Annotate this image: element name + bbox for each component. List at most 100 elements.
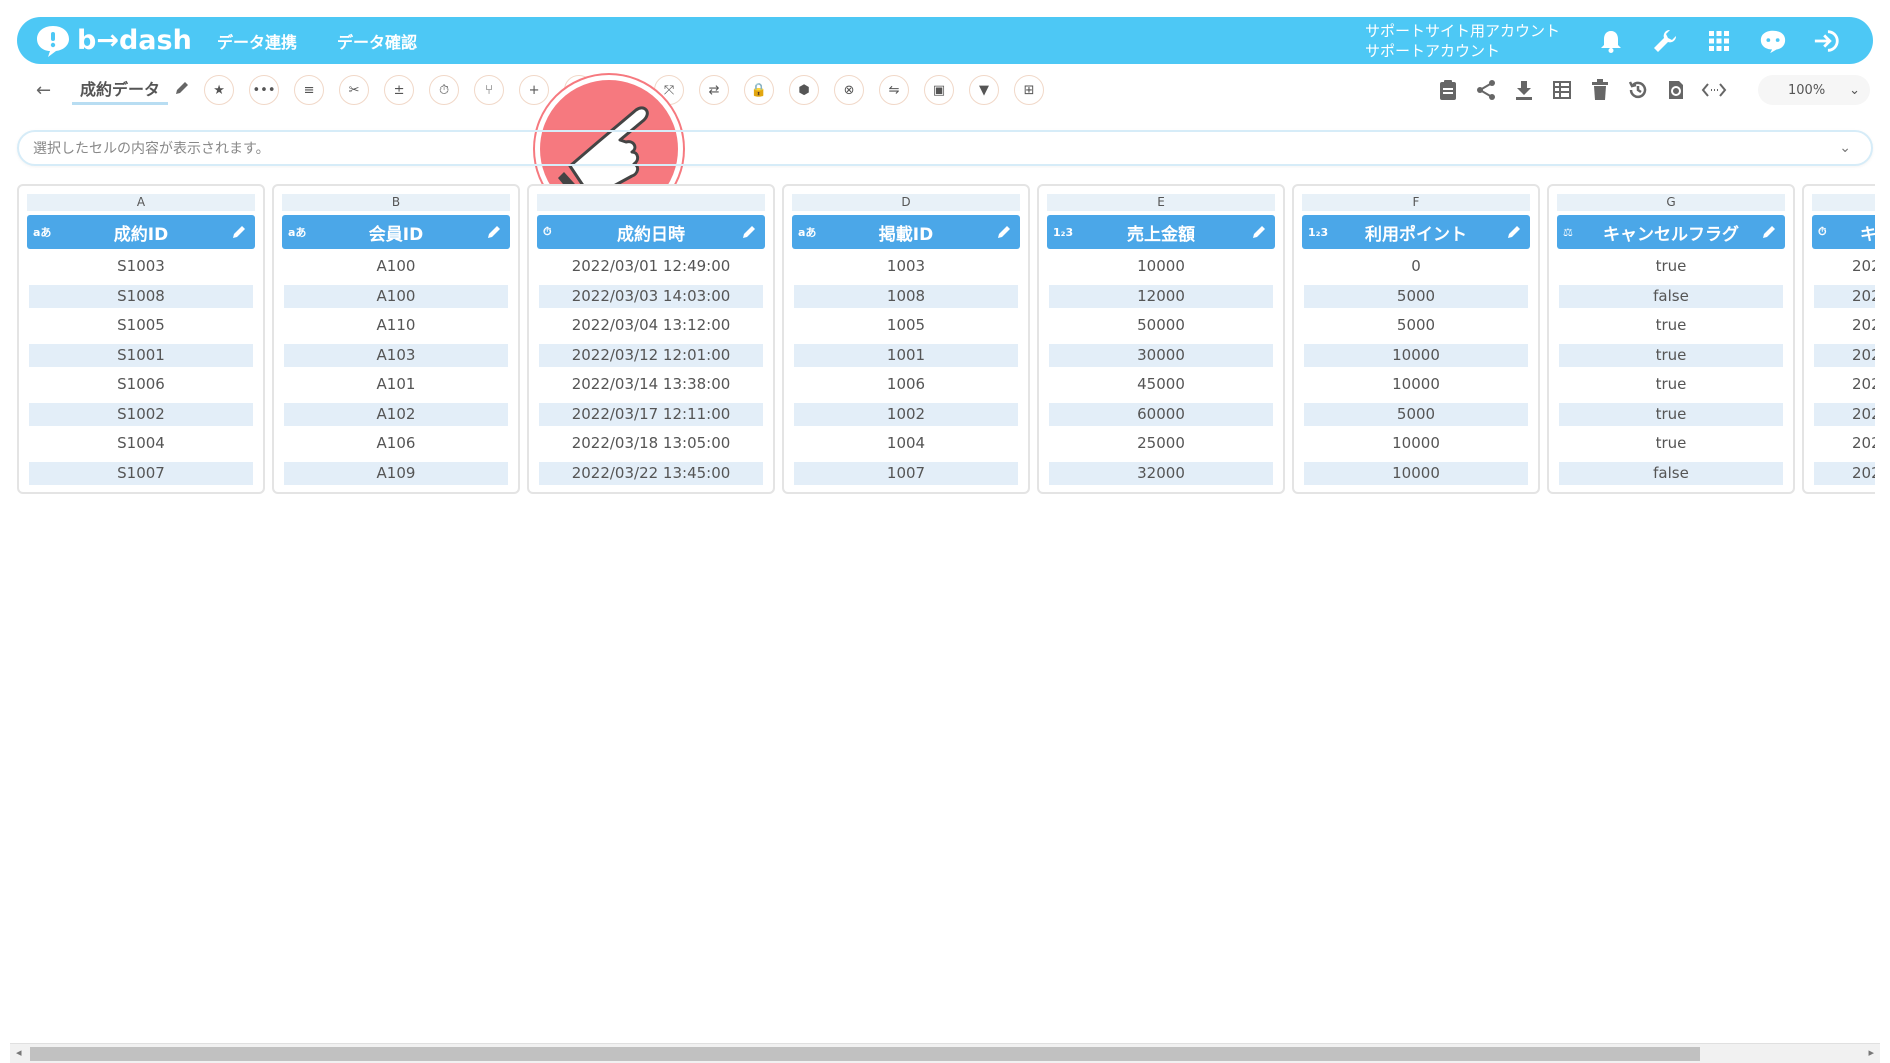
edit-pencil-icon[interactable] [1761, 224, 1777, 240]
column-letter[interactable]: B [282, 194, 510, 211]
table-cell[interactable]: S1002 [29, 402, 253, 426]
table-cell[interactable]: 1007 [794, 461, 1018, 485]
table-cell[interactable]: true [1559, 432, 1783, 455]
column-letter[interactable]: F [1302, 194, 1530, 211]
table-cell[interactable]: S1005 [29, 314, 253, 337]
column-letter[interactable]: A [27, 194, 255, 211]
apps-grid-icon[interactable] [1705, 27, 1733, 55]
table-cell[interactable]: S1004 [29, 432, 253, 455]
download-icon[interactable] [1510, 79, 1538, 101]
filter-icon[interactable]: ▼ [969, 75, 1000, 105]
table-cell[interactable]: A101 [284, 373, 508, 396]
table-cell[interactable]: 2022/03/18 13:05:00 [539, 432, 763, 455]
table-cell[interactable]: 2022 [1814, 402, 1875, 426]
table-cell[interactable]: 5000 [1304, 314, 1528, 337]
table-cell[interactable]: S1008 [29, 284, 253, 308]
edit-pencil-icon[interactable] [996, 224, 1012, 240]
table-cell[interactable]: 2022 [1814, 284, 1875, 308]
edit-pencil-icon[interactable] [1251, 224, 1267, 240]
scroll-right-icon[interactable]: ▸ [1868, 1046, 1874, 1059]
table-cell[interactable]: 2022 [1814, 461, 1875, 485]
column-letter[interactable] [537, 194, 765, 211]
column-header[interactable]: aあ 会員ID [282, 215, 510, 249]
bell-icon[interactable] [1597, 27, 1625, 55]
cell-content-bar[interactable]: 選択したセルの内容が表示されます。 ⌄ [17, 130, 1873, 166]
table-cell[interactable]: 10000 [1049, 255, 1273, 278]
column-letter[interactable]: D [792, 194, 1020, 211]
table-cell[interactable]: 1002 [794, 402, 1018, 426]
table-cell[interactable]: A102 [284, 402, 508, 426]
zoom-select[interactable]: 100% ⌄ [1758, 75, 1870, 105]
frame-icon[interactable]: ▣ [924, 75, 955, 105]
table-cell[interactable]: true [1559, 373, 1783, 396]
list-icon[interactable]: ≡ [294, 75, 325, 105]
clipboard-icon[interactable] [1434, 79, 1462, 101]
table-cell[interactable]: 1008 [794, 284, 1018, 308]
datasource-name[interactable]: 成約データ [72, 76, 169, 105]
table-cell[interactable]: false [1559, 461, 1783, 485]
table-cell[interactable]: S1007 [29, 461, 253, 485]
column-header[interactable]: aあ 掲載ID [792, 215, 1020, 249]
table-cell[interactable]: 10000 [1304, 432, 1528, 455]
refresh-icon[interactable] [1662, 79, 1690, 101]
table-cell[interactable]: 2022/03/03 14:03:00 [539, 284, 763, 308]
timer-icon[interactable]: ⏱ [429, 75, 460, 105]
table-cell[interactable]: 45000 [1049, 373, 1273, 396]
table-cell[interactable]: S1003 [29, 255, 253, 278]
table-cell[interactable]: 2022 [1814, 373, 1875, 396]
table-cell[interactable]: 10000 [1304, 343, 1528, 367]
grid-tool-icon[interactable]: ⊞ [1014, 75, 1045, 105]
table-cell[interactable]: false [1559, 284, 1783, 308]
table-cell[interactable]: 60000 [1049, 402, 1273, 426]
column-header[interactable]: aあ 成約ID [27, 215, 255, 249]
logo[interactable]: b→dash [35, 24, 192, 58]
table-cell[interactable]: 32000 [1049, 461, 1273, 485]
table-cell[interactable]: A106 [284, 432, 508, 455]
edit-pencil-icon[interactable] [231, 224, 247, 240]
table-cell[interactable]: S1001 [29, 343, 253, 367]
trash-icon[interactable] [1586, 79, 1614, 101]
repeat-icon[interactable]: ⇄ [699, 75, 730, 105]
account-info[interactable]: サポートサイト用アカウント サポートアカウント [1365, 21, 1560, 61]
table-cell[interactable]: 2022/03/01 12:49:00 [539, 255, 763, 278]
column-header[interactable]: ⏱ キ [1812, 215, 1875, 249]
table-cell[interactable]: 25000 [1049, 432, 1273, 455]
history-icon[interactable] [1624, 79, 1652, 101]
table-cell[interactable]: 1005 [794, 314, 1018, 337]
table-cell[interactable]: 2022 [1814, 432, 1875, 455]
table-cell[interactable]: 2022/03/04 13:12:00 [539, 314, 763, 337]
chevron-down-icon[interactable]: ⌄ [1839, 140, 1851, 156]
share-icon[interactable] [1472, 79, 1500, 101]
translate-icon[interactable]: ⇋ [879, 75, 910, 105]
column-header[interactable]: 1₂3 売上金額 [1047, 215, 1275, 249]
lock-icon[interactable]: 🔒 [744, 75, 775, 105]
table-cell[interactable]: true [1559, 314, 1783, 337]
table-cell[interactable]: 5000 [1304, 284, 1528, 308]
favorite-icon[interactable]: ★ [204, 75, 235, 105]
table-cell[interactable]: 1003 [794, 255, 1018, 278]
table-cell[interactable]: 30000 [1049, 343, 1273, 367]
table-cell[interactable]: 2022/03/17 12:11:00 [539, 402, 763, 426]
table-cell[interactable]: 0 [1304, 255, 1528, 278]
back-button[interactable]: ← [36, 80, 60, 101]
table-cell[interactable]: 1006 [794, 373, 1018, 396]
table-cell[interactable]: A100 [284, 284, 508, 308]
column-letter[interactable]: G [1557, 194, 1785, 211]
scroll-thumb[interactable] [30, 1047, 1700, 1061]
table-cell[interactable]: 2022 [1814, 255, 1875, 278]
table-cell[interactable]: A100 [284, 255, 508, 278]
table-cell[interactable]: 2022 [1814, 343, 1875, 367]
table-cell[interactable]: 2022/03/14 13:38:00 [539, 373, 763, 396]
branch-icon[interactable]: ⑂ [474, 75, 505, 105]
edit-pencil-icon[interactable] [1506, 224, 1522, 240]
table-cell[interactable]: 50000 [1049, 314, 1273, 337]
table-cell[interactable]: true [1559, 402, 1783, 426]
table-cell[interactable]: 10000 [1304, 461, 1528, 485]
code-icon[interactable] [1700, 81, 1728, 99]
scroll-left-icon[interactable]: ◂ [16, 1046, 22, 1059]
table-icon[interactable] [1548, 80, 1576, 100]
table-cell[interactable]: 1004 [794, 432, 1018, 455]
table-cell[interactable]: true [1559, 255, 1783, 278]
table-cell[interactable]: 2022/03/12 12:01:00 [539, 343, 763, 367]
horizontal-scrollbar[interactable]: ◂ ▸ [10, 1043, 1880, 1063]
